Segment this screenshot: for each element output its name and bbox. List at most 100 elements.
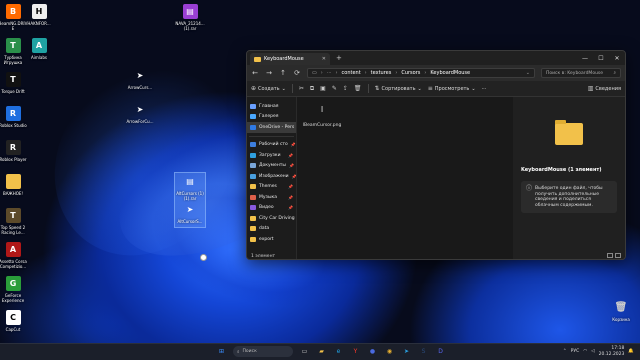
chevron-down-icon[interactable]: ⌄	[526, 70, 530, 76]
yandex-icon[interactable]: Y	[350, 346, 361, 357]
sidebar-item[interactable]: Документы 📌	[247, 161, 296, 172]
sidebar-item-label: Документы	[259, 163, 286, 169]
back-button[interactable]: ←	[251, 69, 259, 77]
share-icon[interactable]: ⇪	[343, 85, 348, 92]
wifi-icon[interactable]: ◠	[583, 349, 587, 354]
desktop-icon-3[interactable]: R Roblox Studio	[0, 106, 28, 128]
app-icon: T	[5, 72, 21, 87]
clock[interactable]: 17:18 20.12.2023	[599, 346, 625, 357]
start-icon[interactable]: ⊞	[216, 346, 227, 357]
language-indicator[interactable]: РУС	[571, 349, 580, 354]
refresh-button[interactable]: ⟳	[293, 69, 301, 77]
sidebar-item[interactable]: Изображени📌	[247, 171, 296, 182]
steam-icon[interactable]: S	[418, 346, 429, 357]
desktop-icon-label: ВАЖНОЕ!	[2, 191, 24, 196]
taskbar-search[interactable]: ⌕ Поиск	[233, 346, 293, 357]
selected-desktop-icon-1[interactable]: ➤ AltCursorS...	[175, 202, 205, 224]
desktop-icon-col2-0[interactable]: H HAKNFOR...	[24, 4, 54, 26]
more-button[interactable]: ···	[482, 86, 487, 92]
sidebar-item[interactable]: Загрузки 📌	[247, 150, 296, 161]
details-button[interactable]: ▥ Сведения	[588, 85, 621, 92]
taskview-icon[interactable]: ▭	[299, 346, 310, 357]
delete-icon[interactable]: 🗑	[354, 85, 362, 92]
breadcrumb-textures[interactable]: textures	[371, 70, 392, 76]
sort-button[interactable]: ⇅ Сортировать ⌄	[375, 85, 422, 92]
app-icon: T	[5, 38, 21, 53]
telegram-icon[interactable]: ➤	[401, 346, 412, 357]
chevron-up-icon[interactable]: ⌃	[563, 349, 567, 354]
sidebar-item[interactable]: Видео 📌	[247, 203, 296, 214]
sidebar-item[interactable]: City Car Driving	[247, 213, 296, 224]
chevron-down-icon: ⌄	[471, 85, 476, 92]
desktop-icon-label: Top Speed 2 Racing Le...	[0, 225, 26, 235]
desktop-icon-7[interactable]: A Assetto Corsa Competizio...	[0, 242, 28, 269]
desktop-icon-col2-1[interactable]: A Aimlabs	[24, 38, 54, 60]
sort-icon: ⇅	[374, 85, 380, 92]
desktop-icon-2[interactable]: T Torque Drift	[0, 72, 28, 94]
tab-keyboardmouse[interactable]: KeyboardMouse ✕	[250, 53, 330, 65]
file-list[interactable]: I IBeamCursor.png	[297, 97, 513, 259]
rar-desktop-icon[interactable]: ▤ NAVA_21214... (1).rar	[175, 4, 205, 31]
address-bar[interactable]: ▭ › ··· › content › textures › Cursors ›…	[307, 68, 535, 78]
search-icon: ⌕	[613, 71, 616, 76]
sidebar-item[interactable]: data	[247, 224, 296, 235]
discord-icon[interactable]: D	[435, 346, 446, 357]
minimize-button[interactable]: —	[577, 55, 593, 62]
view-button[interactable]: ≡ Просмотреть ⌄	[428, 85, 476, 92]
close-button[interactable]: ✕	[609, 55, 625, 62]
sidebar-item[interactable]: Галерея	[247, 112, 296, 123]
breadcrumb-keyboardmouse[interactable]: KeyboardMouse	[430, 70, 470, 76]
create-button[interactable]: ⊕ Создать ⌄	[251, 85, 286, 92]
pin-icon: 📌	[288, 205, 293, 211]
sidebar-item[interactable]: export	[247, 234, 296, 245]
sidebar-item[interactable]: OneDrive - Pers	[247, 122, 296, 133]
rename-icon[interactable]: ✎	[332, 85, 337, 92]
search-input[interactable]: Поиск в: KeyboardMouse ⌕	[541, 68, 621, 78]
desktop-cursor-file-1[interactable]: ➤ ArrowForCu...	[125, 102, 155, 124]
file-item[interactable]: I IBeamCursor.png	[303, 105, 342, 128]
chrome-icon[interactable]: ◉	[384, 346, 395, 357]
title-bar[interactable]: KeyboardMouse ✕ + — ☐ ✕	[247, 51, 625, 65]
up-button[interactable]: ↑	[279, 69, 287, 77]
volume-icon[interactable]: ◁	[591, 349, 594, 354]
sidebar-item[interactable]: Themes 📌	[247, 182, 296, 193]
sidebar-item-label: Рабочий сто	[259, 142, 288, 148]
recycle-bin[interactable]: 🗑 Корзина	[606, 300, 636, 322]
selected-desktop-icon-0[interactable]: ▤ AltCursors (1) (1).rar	[175, 174, 205, 201]
details-title: KeyboardMouse (1 элемент)	[521, 167, 602, 173]
desktop-icon-6[interactable]: T Top Speed 2 Racing Le...	[0, 208, 28, 235]
copy-icon[interactable]: ⧉	[310, 85, 314, 93]
desktop-icon-8[interactable]: G GeForce Experience	[0, 276, 28, 303]
file-explorer-icon[interactable]: ▰	[316, 346, 327, 357]
forward-button[interactable]: →	[265, 69, 273, 77]
search-icon: ⌕	[237, 349, 240, 355]
sidebar-item[interactable]: Рабочий сто 📌	[247, 140, 296, 151]
breadcrumb-content[interactable]: content	[342, 70, 361, 76]
sidebar-item[interactable]: Главная	[247, 101, 296, 112]
file-explorer-window[interactable]: KeyboardMouse ✕ + — ☐ ✕ ← → ↑ ⟳ ▭ › ··· …	[246, 50, 626, 260]
breadcrumb-cursors[interactable]: Cursors	[401, 70, 420, 76]
app-icon: ➤	[136, 71, 144, 80]
pin-icon: 📌	[288, 184, 293, 190]
details-view-icon[interactable]	[607, 253, 613, 258]
app-blue-icon[interactable]: ●	[367, 346, 378, 357]
close-tab-icon[interactable]: ✕	[322, 56, 326, 62]
cut-icon[interactable]: ✂	[299, 85, 304, 92]
notification-icon[interactable]: 🔔	[628, 349, 634, 354]
desktop-icon-9[interactable]: C CapCut	[0, 310, 28, 332]
app-icon: T	[5, 208, 21, 223]
paste-icon[interactable]: ▣	[320, 85, 326, 92]
tiles-view-icon[interactable]	[615, 253, 621, 258]
desktop-icon-5[interactable]: ВАЖНОЕ!	[0, 174, 28, 196]
desktop-icon-4[interactable]: R Roblox Player	[0, 140, 28, 162]
edge-icon[interactable]: e	[333, 346, 344, 357]
new-tab-button[interactable]: +	[336, 54, 342, 62]
maximize-button[interactable]: ☐	[593, 55, 609, 62]
desktop-cursor-file-0[interactable]: ➤ ArrowCurs...	[125, 68, 155, 90]
sidebar-item[interactable]: Музыка 📌	[247, 192, 296, 203]
app-icon: A	[31, 38, 47, 53]
details-pane: KeyboardMouse (1 элемент) ⓘ Выберите оди…	[513, 97, 625, 259]
desktop-icon-label: HAKNFOR...	[27, 21, 51, 26]
folder-icon	[250, 124, 256, 130]
sidebar-item-label: Главная	[259, 103, 279, 109]
